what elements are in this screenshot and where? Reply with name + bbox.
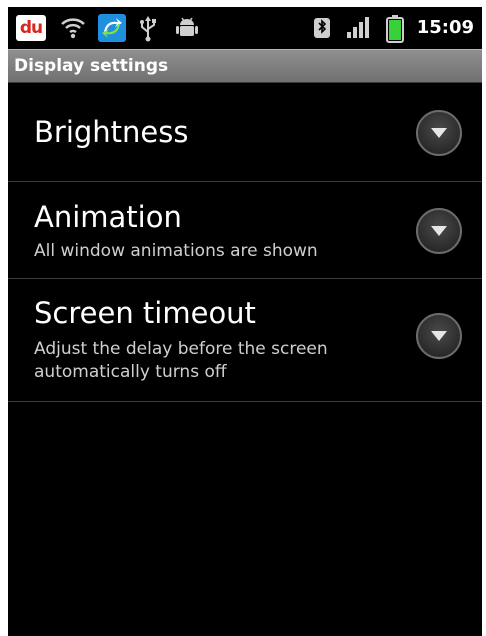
setting-screen-timeout-title: Screen timeout (34, 296, 256, 330)
status-bar: du 15:09 (8, 7, 482, 49)
battery-icon (386, 15, 404, 47)
android-debug-icon (176, 16, 198, 44)
setting-screen-timeout-summary: Adjust the delay before the screen autom… (34, 339, 328, 382)
chevron-down-icon (431, 331, 447, 341)
bluetooth-icon (313, 16, 331, 44)
title-bar: Display settings (8, 49, 482, 83)
page-title: Display settings (14, 56, 169, 76)
du-app-icon: du (16, 15, 46, 41)
setting-animation-summary: All window animations are shown (34, 241, 318, 261)
setting-brightness-title: Brightness (34, 115, 189, 149)
setting-screen-timeout[interactable]: Screen timeout Adjust the delay before t… (8, 279, 482, 402)
animation-dropdown-button[interactable] (416, 208, 462, 254)
usb-icon (138, 16, 158, 46)
setting-animation[interactable]: Animation All window animations are show… (8, 182, 482, 279)
du-app-badge-text: du (19, 18, 43, 38)
chevron-down-icon (431, 226, 447, 236)
wifi-icon (60, 16, 86, 44)
sync-icon (98, 14, 126, 46)
phone-screen: du 15:09 Display settings Brightness Ani… (8, 7, 482, 636)
setting-brightness[interactable]: Brightness (8, 83, 482, 182)
screen-timeout-dropdown-button[interactable] (416, 313, 462, 359)
brightness-dropdown-button[interactable] (416, 110, 462, 156)
status-bar-clock: 15:09 (416, 17, 474, 38)
settings-list: Brightness Animation All window animatio… (8, 83, 482, 402)
setting-animation-title: Animation (34, 200, 182, 234)
signal-icon (346, 16, 370, 44)
chevron-down-icon (431, 128, 447, 138)
